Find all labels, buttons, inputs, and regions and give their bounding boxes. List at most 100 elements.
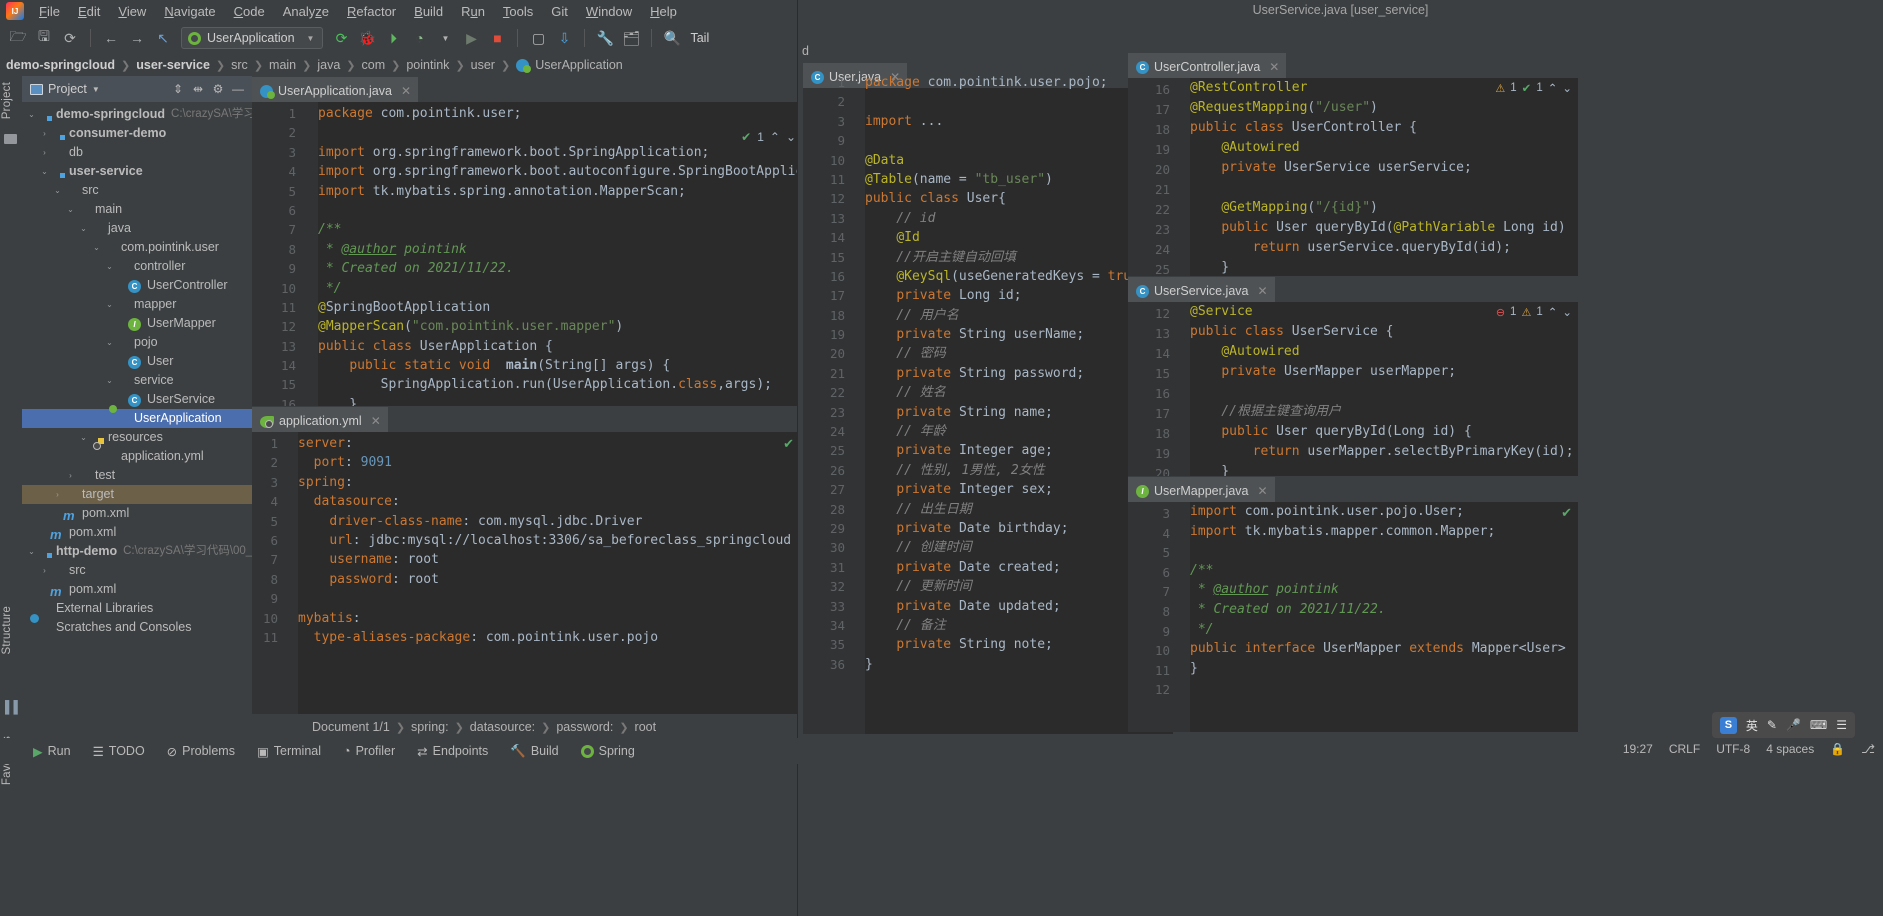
chevron-down-icon[interactable]: ⌄ xyxy=(52,181,63,200)
menu-refactor[interactable]: Refactor xyxy=(338,2,405,21)
chevron-up-icon[interactable]: ⌃ xyxy=(1548,81,1558,95)
collapse-all-icon[interactable]: ⇕ xyxy=(168,79,188,99)
open-folder-icon[interactable]: 🗁 xyxy=(6,26,30,50)
breadcrumb-item-0[interactable]: demo-springcloud xyxy=(6,58,115,72)
build-icon[interactable]: ⟳ xyxy=(329,26,353,50)
tree-node-usercontroller[interactable]: ›CUserController xyxy=(22,276,252,295)
chevron-down-icon[interactable]: ⌄ xyxy=(1562,305,1572,319)
tree-node-http-demo[interactable]: ⌄ http-demo C:\crazySA\学习代码\00_j xyxy=(22,542,252,561)
bottom-tab-run[interactable]: ▶ Run xyxy=(22,738,82,764)
tool-tab-project[interactable]: Project xyxy=(1,82,13,119)
editor-body-application-yml[interactable]: ✔ 1 2 3 4 5 6 7 8 9 10 11 server: port: 9091 spring… xyxy=(252,432,800,738)
menu-file[interactable]: File xyxy=(30,2,69,21)
chevron-down-icon[interactable]: ⌄ xyxy=(65,200,76,219)
project-tree[interactable]: ⌄ demo-springcloud C:\crazySA\学习f › consumer… xyxy=(22,102,252,637)
chevron-down-icon-2[interactable]: ▼ xyxy=(433,26,457,50)
menu-analyze[interactable]: Analyze xyxy=(274,2,338,21)
chevron-right-icon[interactable]: › xyxy=(65,466,76,485)
structure-bars-icon[interactable]: ▌▌ xyxy=(5,700,22,714)
tree-node-main[interactable]: ⌄ main xyxy=(22,200,252,219)
tool-tab-structure[interactable]: Structure xyxy=(1,606,13,654)
breadcrumb-item-7[interactable]: user xyxy=(471,58,495,72)
yml-path-2[interactable]: password: xyxy=(556,720,613,734)
tree-node-scratches-and-consoles[interactable]: ›Scratches and Consoles xyxy=(22,618,252,637)
menu-code[interactable]: Code xyxy=(225,2,274,21)
chevron-up-icon[interactable]: ⌃ xyxy=(770,130,780,144)
chevron-right-icon[interactable]: › xyxy=(52,485,63,504)
menu-view[interactable]: View xyxy=(109,2,155,21)
tree-node-consumer-demo[interactable]: › consumer-demo xyxy=(22,124,252,143)
close-icon[interactable]: ✕ xyxy=(371,414,381,428)
menu-git[interactable]: Git xyxy=(542,2,577,21)
breadcrumb-item-1[interactable]: user-service xyxy=(136,58,210,72)
chevron-down-icon[interactable]: ⌄ xyxy=(78,428,89,447)
code-content-user-application[interactable]: package com.pointink.user; import org.spr… xyxy=(318,102,800,406)
update-icon[interactable]: ⇩ xyxy=(552,26,576,50)
chevron-down-icon[interactable]: ⌄ xyxy=(104,333,115,352)
chevron-down-icon[interactable]: ▼ xyxy=(92,85,100,94)
yml-path-0[interactable]: spring: xyxy=(411,720,449,734)
coverage-icon[interactable]: ⏵ xyxy=(381,26,405,50)
chevron-right-icon[interactable]: › xyxy=(39,124,50,143)
bottom-tab-profiler[interactable]: ◔ Profiler xyxy=(332,738,406,764)
stop-icon[interactable]: ■ xyxy=(485,26,509,50)
chevron-down-icon[interactable]: ⌄ xyxy=(786,130,796,144)
breadcrumb-item-8[interactable]: UserApplication xyxy=(535,58,623,72)
chevron-down-icon[interactable]: ⌄ xyxy=(78,219,89,238)
breadcrumb-item-4[interactable]: java xyxy=(317,58,340,72)
tree-node-service[interactable]: ⌄ service xyxy=(22,371,252,390)
editor-body-user[interactable]: 1 2 3 9 10 11 12 13 14 15 16 17 18 19 20 21 22 23 24 25 26 27… xyxy=(803,75,1173,734)
breadcrumb-item-6[interactable]: pointink xyxy=(406,58,449,72)
tree-node-usermapper[interactable]: ›IUserMapper xyxy=(22,314,252,333)
run-icon[interactable]: ▶ xyxy=(459,26,483,50)
tree-node-user-service[interactable]: ⌄ user-service xyxy=(22,162,252,181)
chevron-up-icon[interactable]: ⌃ xyxy=(1548,305,1558,319)
indent-label[interactable]: 4 spaces xyxy=(1766,742,1814,756)
bottom-tab-spring[interactable]: Spring xyxy=(570,738,646,764)
tree-node-controller[interactable]: ⌄ controller xyxy=(22,257,252,276)
breadcrumb-item-5[interactable]: com xyxy=(362,58,386,72)
tab-application-yml[interactable]: application.yml ✕ xyxy=(252,407,388,432)
chevron-down-icon[interactable]: ⌄ xyxy=(39,162,50,181)
chevron-down-icon[interactable]: ⌄ xyxy=(26,105,37,124)
tree-node-pom-xml[interactable]: ›mpom.xml xyxy=(22,580,252,599)
encoding-label[interactable]: UTF-8 xyxy=(1716,742,1750,756)
project-folder-icon[interactable] xyxy=(4,134,17,144)
inspection-ok-icon[interactable]: ✔ xyxy=(1561,505,1572,521)
back-arrow-icon[interactable]: ← xyxy=(99,26,123,50)
tree-node-resources[interactable]: ⌄ resources xyxy=(22,428,252,447)
menu-help[interactable]: Help xyxy=(641,2,686,21)
debug-icon[interactable]: 🐞 xyxy=(355,26,379,50)
chevron-down-icon[interactable]: ⌄ xyxy=(26,542,37,561)
tree-node-demo-springcloud[interactable]: ⌄ demo-springcloud C:\crazySA\学习f xyxy=(22,105,252,124)
menu-edit[interactable]: Edit xyxy=(69,2,109,21)
tree-node-mapper[interactable]: ⌄ mapper xyxy=(22,295,252,314)
tree-node-pojo[interactable]: ⌄ pojo xyxy=(22,333,252,352)
menu-tools[interactable]: Tools xyxy=(494,2,542,21)
yml-path-3[interactable]: root xyxy=(635,720,657,734)
menu-build[interactable]: Build xyxy=(405,2,452,21)
tree-node-pom-xml[interactable]: ›mpom.xml xyxy=(22,523,252,542)
editor-body-user-mapper[interactable]: ✔ 3 4 5 6 7 8 9 10 11 12 import com.pointink.user… xyxy=(1128,502,1578,732)
close-icon[interactable]: ✕ xyxy=(1258,484,1268,498)
pen-icon[interactable]: ✎ xyxy=(1767,718,1777,732)
tab-user-controller-java[interactable]: C UserController.java ✕ xyxy=(1128,53,1287,78)
expand-all-icon[interactable]: ⇹ xyxy=(188,79,208,99)
tab-user-application-java[interactable]: UserApplication.java ✕ xyxy=(252,77,419,102)
tree-node-src[interactable]: › src xyxy=(22,561,252,580)
inspection-widget-user-service[interactable]: ⊖ 1 ⚠ 1 ⌃ ⌄ xyxy=(1496,305,1572,319)
tab-user-service-java[interactable]: C UserService.java ✕ xyxy=(1128,277,1275,302)
chevron-down-icon[interactable]: ⌄ xyxy=(104,257,115,276)
editor-body-user-application[interactable]: ✔ 1 ⌃ ⌄ 1 2 3 4 5 6 7 8 9 10 11 12 13 14 15 16 package … xyxy=(252,102,800,406)
tree-node-test[interactable]: › test xyxy=(22,466,252,485)
tree-node-userservice[interactable]: ›CUserService xyxy=(22,390,252,409)
tab-user-mapper-java[interactable]: I UserMapper.java ✕ xyxy=(1128,477,1275,502)
menu-icon[interactable]: ☰ xyxy=(1836,718,1847,732)
tree-node-application-yml[interactable]: ›application.yml xyxy=(22,447,252,466)
chevron-down-icon[interactable]: ⌄ xyxy=(104,295,115,314)
tree-node-db[interactable]: › db xyxy=(22,143,252,162)
structure-icon[interactable]: 🗂 xyxy=(619,26,643,50)
inspection-widget-user-application[interactable]: ✔ 1 ⌃ ⌄ xyxy=(741,130,796,144)
tree-node-src[interactable]: ⌄ src xyxy=(22,181,252,200)
lock-icon[interactable]: 🔒 xyxy=(1830,742,1845,756)
